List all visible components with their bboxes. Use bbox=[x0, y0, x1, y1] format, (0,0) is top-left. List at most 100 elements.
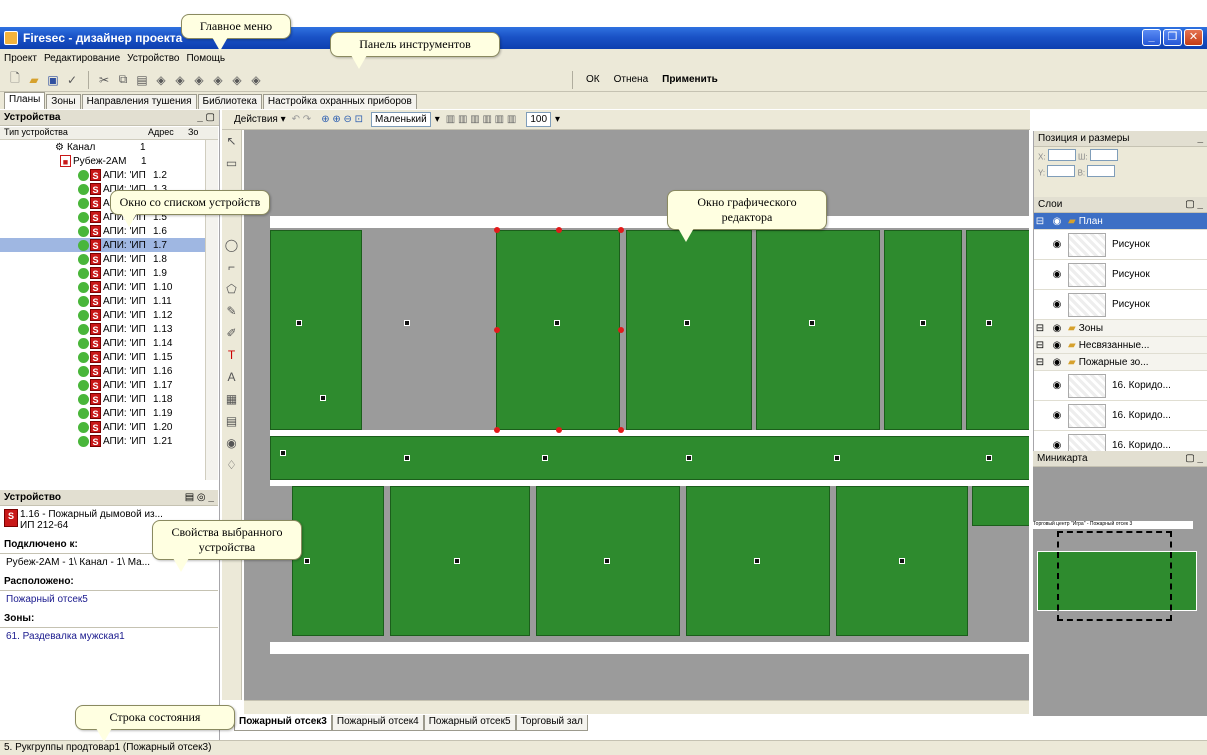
selection-handle[interactable] bbox=[556, 227, 562, 233]
brush-icon[interactable]: ✐ bbox=[222, 322, 241, 344]
room[interactable] bbox=[756, 230, 880, 430]
device-icon[interactable]: ◉ bbox=[222, 432, 241, 454]
tree-row[interactable]: SАПИ: 'ИП ... 1.17 bbox=[0, 378, 218, 392]
plan-canvas[interactable] bbox=[244, 130, 1029, 700]
new-icon[interactable]: 🗋 bbox=[6, 71, 24, 89]
room[interactable] bbox=[972, 486, 1029, 526]
menu-device[interactable]: Устройство bbox=[127, 53, 179, 64]
size-combo[interactable]: Маленький bbox=[371, 112, 431, 127]
selection-handle[interactable] bbox=[556, 427, 562, 433]
tree-row[interactable]: ■ Рубеж-2АМ 1 bbox=[0, 154, 218, 168]
chevron-down-icon[interactable]: ▾ bbox=[555, 114, 560, 125]
room[interactable] bbox=[390, 486, 530, 636]
cancel-button[interactable]: Отнена bbox=[614, 74, 649, 85]
col-address[interactable]: Адрес bbox=[148, 127, 188, 139]
room[interactable] bbox=[626, 230, 752, 430]
device-marker[interactable] bbox=[809, 320, 815, 326]
image-icon[interactable]: ▦ bbox=[222, 388, 241, 410]
device-marker[interactable] bbox=[899, 558, 905, 564]
actions-menu[interactable]: Действия ▾ bbox=[234, 114, 286, 125]
device-marker[interactable] bbox=[920, 320, 926, 326]
extra-tool-icon[interactable]: ♢ bbox=[222, 454, 241, 476]
panel-pin-icon[interactable]: _ ▢ bbox=[197, 112, 215, 123]
tree-row[interactable]: SАПИ: 'ИП ... 1.18 bbox=[0, 392, 218, 406]
x-field[interactable] bbox=[1047, 149, 1076, 161]
tree-row[interactable]: SАПИ: 'ИП ... 1.9 bbox=[0, 266, 218, 280]
menu-project[interactable]: Проект bbox=[4, 53, 37, 64]
eye-icon[interactable]: ◉ bbox=[1046, 216, 1068, 227]
device-marker[interactable] bbox=[986, 455, 992, 461]
collapse-icon[interactable]: ⊟ bbox=[1034, 357, 1046, 368]
tree-row[interactable]: SАПИ: 'ИП ... 1.11 bbox=[0, 294, 218, 308]
device-marker[interactable] bbox=[754, 558, 760, 564]
height-field[interactable] bbox=[1087, 164, 1116, 177]
layer-row[interactable]: ⊟ ◉ ▰ Пожарные зо... bbox=[1034, 354, 1207, 371]
device-marker[interactable] bbox=[280, 450, 286, 456]
close-button[interactable]: ✕ bbox=[1184, 29, 1203, 46]
collapse-icon[interactable]: ⊟ bbox=[1034, 323, 1046, 334]
room[interactable] bbox=[966, 230, 1029, 430]
device-marker[interactable] bbox=[542, 455, 548, 461]
tree-row[interactable]: SАПИ: 'ИП ... 1.12 bbox=[0, 308, 218, 322]
selection-handle[interactable] bbox=[618, 327, 624, 333]
eye-icon[interactable]: ◉ bbox=[1046, 239, 1068, 250]
collapse-icon[interactable]: ⊟ bbox=[1034, 216, 1046, 227]
tab-zones[interactable]: Зоны bbox=[46, 94, 81, 109]
apply-button[interactable]: Применить bbox=[662, 74, 718, 85]
location-link[interactable]: Пожарный отсек5 bbox=[0, 591, 218, 608]
device-marker[interactable] bbox=[404, 455, 410, 461]
selection-handle[interactable] bbox=[618, 427, 624, 433]
tab-library[interactable]: Библиотека bbox=[197, 94, 262, 109]
tab-security-settings[interactable]: Настройка охранных приборов bbox=[262, 94, 417, 109]
device-marker[interactable] bbox=[834, 455, 840, 461]
tab-plan-fire3[interactable]: Пожарный отсек3 bbox=[234, 715, 332, 731]
device-tool-icon[interactable]: ◈ bbox=[190, 71, 208, 89]
tree-row[interactable]: SАПИ: 'ИП ... 1.2 bbox=[0, 168, 218, 182]
minimap-viewport[interactable] bbox=[1057, 531, 1172, 621]
col-type[interactable]: Тип устройства bbox=[0, 127, 148, 139]
device-tool-icon[interactable]: ◈ bbox=[247, 71, 265, 89]
device-marker[interactable] bbox=[296, 320, 302, 326]
device-tool-icon[interactable]: ◈ bbox=[152, 71, 170, 89]
device-marker[interactable] bbox=[404, 320, 410, 326]
layer-row[interactable]: ⊟ ◉ ▰ Несвязанные... bbox=[1034, 337, 1207, 354]
zoom-combo[interactable]: 100 bbox=[526, 112, 552, 127]
tree-row[interactable]: SАПИ: 'ИП ... 1.8 bbox=[0, 252, 218, 266]
eye-icon[interactable]: ◉ bbox=[1046, 323, 1068, 334]
zone-icon[interactable]: ▤ bbox=[222, 410, 241, 432]
minimize-button[interactable]: _ bbox=[1142, 29, 1161, 46]
eye-icon[interactable]: ◉ bbox=[1046, 340, 1068, 351]
cut-icon[interactable]: ✂ bbox=[95, 71, 113, 89]
tree-row[interactable]: SАПИ: 'ИП ... 1.10 bbox=[0, 280, 218, 294]
open-icon[interactable]: ▰ bbox=[25, 71, 43, 89]
tree-row[interactable]: SАПИ: 'ИП ... 1.14 bbox=[0, 336, 218, 350]
corridor[interactable] bbox=[270, 436, 1029, 480]
tree-row[interactable]: SАПИ: 'ИП ... 1.13 bbox=[0, 322, 218, 336]
eye-icon[interactable]: ◉ bbox=[1046, 269, 1068, 280]
panel-options-icon[interactable]: ▤ ◎ _ bbox=[185, 492, 214, 503]
y-field[interactable] bbox=[1047, 164, 1076, 177]
device-marker[interactable] bbox=[554, 320, 560, 326]
eye-icon[interactable]: ◉ bbox=[1046, 357, 1068, 368]
canvas-hscrollbar[interactable] bbox=[244, 700, 1029, 714]
tab-plan-hall[interactable]: Торговый зал bbox=[515, 715, 588, 731]
copy-icon[interactable]: ⧉ bbox=[114, 71, 132, 89]
text-icon[interactable]: A bbox=[222, 366, 241, 388]
rectangle-icon[interactable]: ▭ bbox=[222, 152, 241, 174]
selection-handle[interactable] bbox=[494, 327, 500, 333]
polyline-icon[interactable]: ⌐ bbox=[222, 256, 241, 278]
tree-row[interactable]: SАПИ: 'ИП ... 1.16 bbox=[0, 364, 218, 378]
eye-icon[interactable]: ◉ bbox=[1046, 410, 1068, 421]
device-marker[interactable] bbox=[684, 320, 690, 326]
chevron-down-icon[interactable]: ▾ bbox=[435, 114, 440, 125]
device-marker[interactable] bbox=[320, 395, 326, 401]
zone-link[interactable]: 61. Раздевалка мужская1 bbox=[0, 628, 218, 645]
tree-row[interactable]: SАПИ: 'ИП ... 1.6 bbox=[0, 224, 218, 238]
tree-row[interactable]: SАПИ: 'ИП ... 1.21 bbox=[0, 434, 218, 448]
undo-icon[interactable]: ↶ ↷ bbox=[292, 114, 312, 125]
shape-icon[interactable]: T bbox=[222, 344, 241, 366]
device-marker[interactable] bbox=[686, 455, 692, 461]
selection-handle[interactable] bbox=[494, 427, 500, 433]
device-tool-icon[interactable]: ◈ bbox=[209, 71, 227, 89]
pointer-icon[interactable]: ↖ bbox=[222, 130, 241, 152]
